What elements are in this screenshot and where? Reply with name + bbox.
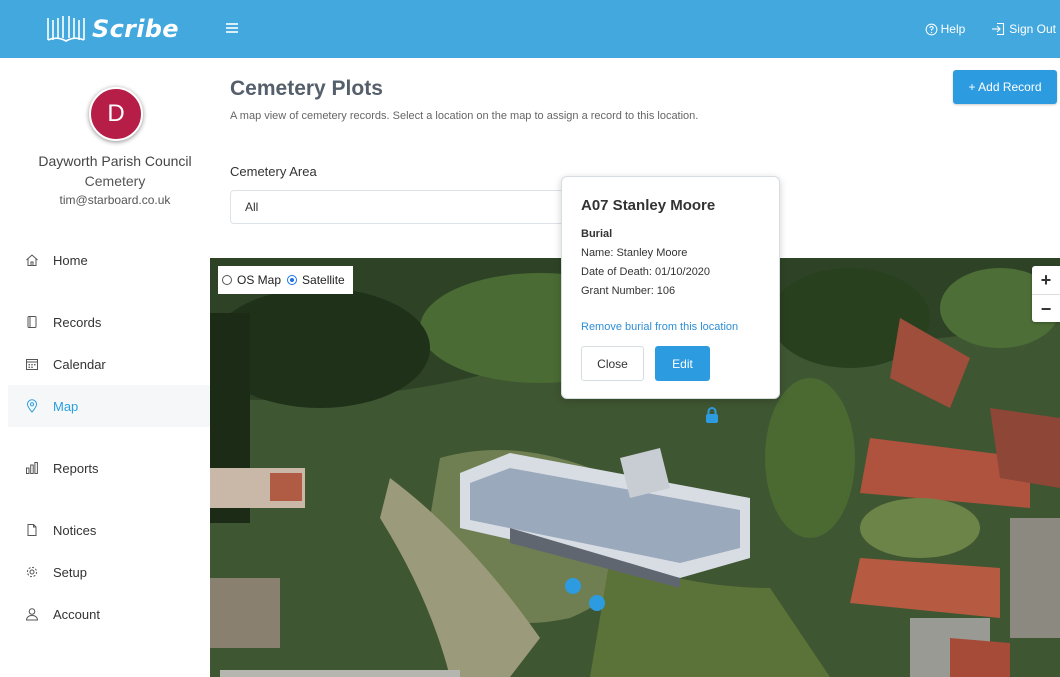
zoom-in-button[interactable]: + bbox=[1032, 266, 1060, 294]
user-email: tim@starboard.co.uk bbox=[59, 193, 171, 207]
burial-location-marker[interactable] bbox=[565, 578, 581, 594]
zoom-out-button[interactable]: − bbox=[1032, 294, 1060, 323]
top-bar: Scribe Help Sign Out bbox=[0, 0, 1060, 58]
sidebar: D Dayworth Parish Council Cemetery tim@s… bbox=[0, 58, 210, 677]
page-title: Cemetery Plots bbox=[230, 77, 383, 100]
sidebar-item-notices[interactable]: Notices bbox=[8, 509, 210, 551]
os-map-label[interactable]: OS Map bbox=[237, 273, 281, 287]
sidebar-item-label: Notices bbox=[53, 522, 97, 538]
org-name: Dayworth Parish Council bbox=[38, 153, 192, 169]
signout-icon bbox=[992, 22, 1005, 36]
popup-date-of-death: Date of Death: 01/10/2020 bbox=[581, 266, 711, 278]
org-info: Dayworth Parish Council Cemetery tim@sta… bbox=[0, 151, 230, 209]
brand-logo[interactable]: Scribe bbox=[46, 14, 179, 44]
cemetery-area-select[interactable]: All bbox=[230, 190, 570, 224]
sidebar-item-label: Account bbox=[53, 606, 100, 622]
sidebar-item-home[interactable]: Home bbox=[8, 239, 210, 281]
top-actions: Help Sign Out bbox=[925, 0, 1060, 58]
sidebar-item-reports[interactable]: Reports bbox=[8, 447, 210, 489]
page-description: A map view of cemetery records. Select a… bbox=[230, 110, 699, 122]
sidebar-item-label: Home bbox=[53, 252, 88, 268]
burial-location-marker[interactable] bbox=[589, 595, 605, 611]
brand-name: Scribe bbox=[92, 15, 179, 43]
satellite-radio[interactable] bbox=[287, 275, 298, 285]
help-circle-icon bbox=[925, 23, 938, 35]
hamburger-menu-icon[interactable] bbox=[222, 17, 244, 39]
cemetery-area-label: Cemetery Area bbox=[230, 164, 317, 179]
book-logo-icon bbox=[47, 16, 85, 42]
bar-chart-icon bbox=[25, 461, 39, 475]
satellite-label[interactable]: Satellite bbox=[302, 273, 345, 287]
gear-icon bbox=[25, 565, 39, 579]
add-record-button[interactable]: + Add Record bbox=[953, 70, 1057, 104]
os-map-radio[interactable] bbox=[222, 275, 232, 285]
burial-popup: A07 Stanley Moore Burial Name: Stanley M… bbox=[561, 176, 780, 399]
popup-title: A07 Stanley Moore bbox=[581, 197, 716, 214]
sidebar-item-account[interactable]: Account bbox=[8, 593, 210, 635]
remove-burial-link[interactable]: Remove burial from this location bbox=[581, 321, 738, 333]
close-button[interactable]: Close bbox=[581, 346, 644, 381]
signout-label: Sign Out bbox=[1009, 22, 1056, 36]
org-subtitle: Cemetery bbox=[84, 173, 146, 189]
popup-record-type: Burial bbox=[581, 228, 613, 240]
sidebar-item-label: Map bbox=[53, 398, 79, 414]
sidebar-item-label: Setup bbox=[53, 564, 87, 580]
lock-marker-icon[interactable] bbox=[704, 406, 720, 424]
avatar[interactable]: D bbox=[89, 87, 143, 141]
sidebar-item-label: Records bbox=[53, 314, 102, 330]
edit-button[interactable]: Edit bbox=[655, 346, 710, 381]
signout-link[interactable]: Sign Out bbox=[991, 22, 1056, 36]
sidebar-item-label: Reports bbox=[53, 460, 99, 476]
calendar-icon bbox=[25, 357, 39, 371]
document-icon bbox=[25, 523, 39, 537]
popup-name: Name: Stanley Moore bbox=[581, 247, 688, 259]
help-label: Help bbox=[940, 22, 966, 36]
sidebar-item-map[interactable]: Map bbox=[8, 385, 210, 427]
zoom-control: + − bbox=[1032, 266, 1060, 322]
sidebar-item-calendar[interactable]: Calendar bbox=[8, 343, 210, 385]
sidebar-item-records[interactable]: Records bbox=[8, 301, 210, 343]
home-icon bbox=[25, 253, 39, 267]
help-link[interactable]: Help bbox=[925, 22, 966, 36]
sidebar-item-label: Calendar bbox=[53, 356, 106, 372]
user-icon bbox=[25, 607, 39, 621]
book-icon bbox=[25, 315, 39, 329]
map-layer-switcher: OS Map Satellite bbox=[218, 266, 353, 294]
sidebar-item-setup[interactable]: Setup bbox=[8, 551, 210, 593]
map-pin-icon bbox=[25, 399, 39, 413]
popup-grant-number: Grant Number: 106 bbox=[581, 285, 676, 297]
